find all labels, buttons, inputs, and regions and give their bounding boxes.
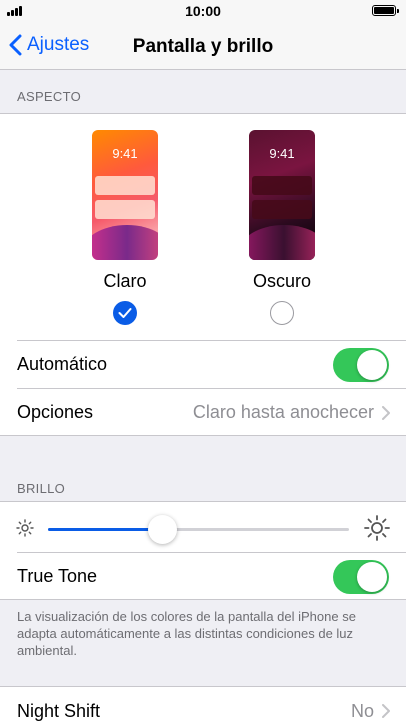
night-shift-group: Night Shift No [0, 686, 406, 722]
brightness-slider-track[interactable] [48, 528, 349, 531]
section-header-brightness: BRILLO [17, 481, 66, 496]
dark-mode-preview: 9:41 [249, 130, 315, 260]
appearance-label-dark: Oscuro [252, 271, 312, 291]
appearance-label-light: Claro [103, 271, 147, 291]
status-bar: 10:00 [0, 0, 406, 22]
true-tone-row: True Tone [17, 552, 406, 600]
light-mode-preview: 9:41 [92, 130, 158, 260]
radio-dark-unchecked[interactable] [270, 301, 294, 325]
chevron-right-icon [382, 704, 390, 718]
appearance-option-light[interactable]: 9:41 Claro [92, 130, 158, 325]
automatic-row: Automático [17, 340, 406, 388]
options-row[interactable]: Opciones Claro hasta anochecer [17, 388, 406, 436]
true-tone-label: True Tone [17, 566, 98, 586]
appearance-group: 9:41 Claro 9:41 Oscuro Automático Opcion… [0, 113, 406, 436]
preview-clock: 9:41 [269, 146, 295, 161]
sun-large-icon [364, 515, 390, 541]
options-value: Claro hasta anochecer [192, 402, 374, 422]
chevron-right-icon [382, 405, 390, 420]
automatic-toggle[interactable] [333, 347, 389, 382]
battery-icon [372, 5, 399, 16]
options-label: Opciones [17, 402, 94, 422]
page-title: Pantalla y brillo [132, 36, 274, 57]
brightness-slider-fill [48, 528, 163, 531]
brightness-slider-thumb[interactable] [147, 515, 177, 544]
appearance-option-dark[interactable]: 9:41 Oscuro [249, 130, 315, 325]
true-tone-toggle[interactable] [333, 559, 389, 594]
nav-bar: Ajustes Pantalla y brillo [0, 22, 406, 70]
radio-light-checked[interactable] [113, 301, 137, 325]
preview-clock: 9:41 [112, 146, 138, 161]
section-header-appearance: ASPECTO [17, 89, 81, 104]
checkmark-icon [118, 308, 132, 318]
brightness-group: True Tone [0, 501, 406, 600]
brightness-slider-row [0, 502, 406, 552]
sun-small-icon [16, 519, 34, 537]
status-time: 10:00 [185, 3, 221, 19]
automatic-label: Automático [17, 354, 108, 374]
night-shift-label: Night Shift [17, 700, 101, 721]
night-shift-row[interactable]: Night Shift No [17, 687, 406, 722]
true-tone-footnote: La visualización de los colores de la pa… [17, 609, 356, 658]
night-shift-value: No [350, 700, 374, 721]
